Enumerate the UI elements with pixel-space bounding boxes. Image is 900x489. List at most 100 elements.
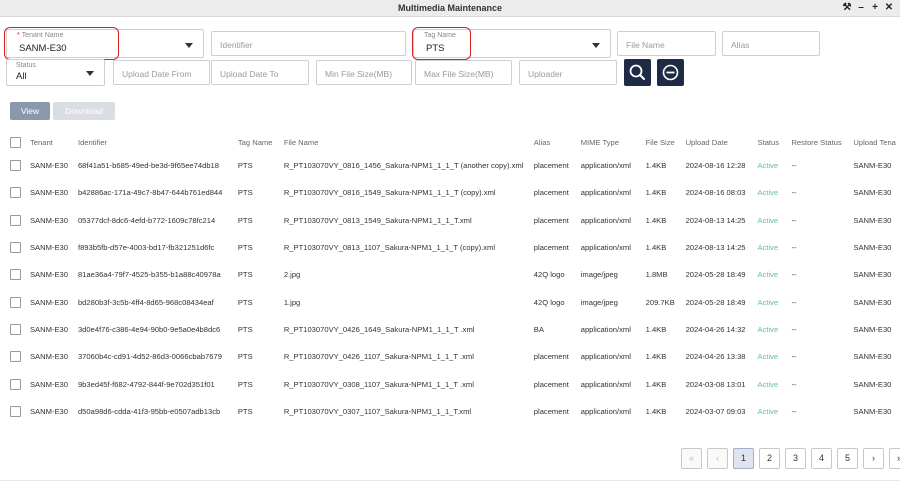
table-row[interactable]: SANM-E30 bd280b3f-3c5b-4ff4-8d65-968c0843… <box>6 288 900 315</box>
cell-alias: placement <box>533 215 569 225</box>
page-button-1[interactable]: 1 <box>733 448 754 469</box>
page-button-5[interactable]: 5 <box>837 448 858 469</box>
row-checkbox[interactable] <box>10 160 21 172</box>
status-select[interactable]: Status All <box>6 59 105 86</box>
view-button[interactable]: View <box>10 102 50 120</box>
upload-date-to-input[interactable]: Upload Date To <box>211 60 309 85</box>
row-checkbox[interactable] <box>10 323 21 335</box>
cell-alias: placement <box>533 188 569 198</box>
cell-upload-tenant: SANM-E30 <box>853 188 892 198</box>
cell-identifier: 05377dcf-8dc6-4efd-b772-1609c78fc214 <box>77 215 216 225</box>
row-checkbox[interactable] <box>10 242 21 254</box>
cell-file-size: 209.7KB <box>645 297 675 307</box>
cell-file-name: R_PT103070VY_0307_1107_Sakura-NPM1_1_1_T… <box>283 406 472 416</box>
table-row[interactable]: SANM-E30 68f41a51-b685-49ed-be3d-9f65ee74… <box>6 152 900 179</box>
prev-page-button[interactable]: ‹ <box>707 448 728 469</box>
table-row[interactable]: SANM-E30 b42886ac-171a-49c7-8b47-644b761e… <box>6 179 900 206</box>
download-button[interactable]: Download <box>53 102 115 120</box>
alias-input[interactable]: Alias <box>722 31 820 56</box>
cell-restore-status: -- <box>791 188 797 198</box>
col-header-file-size[interactable]: File Size <box>642 132 682 152</box>
col-header-mime-type[interactable]: MIME Type <box>577 132 642 152</box>
close-icon[interactable]: ✕ <box>884 2 894 14</box>
cell-mime-type: application/xml <box>580 161 631 171</box>
cell-alias: placement <box>533 161 569 171</box>
cell-status: Active <box>757 297 779 307</box>
row-checkbox[interactable] <box>10 296 21 308</box>
min-file-size-input[interactable]: Min File Size(MB) <box>316 60 412 85</box>
row-checkbox[interactable] <box>10 351 21 363</box>
cell-file-name: R_PT103070VY_0816_1549_Sakura-NPM1_1_1_T… <box>283 188 496 198</box>
cell-tag-name: PTS <box>237 161 253 171</box>
col-header-restore-status[interactable]: Restore Status <box>787 132 849 152</box>
col-header-identifier[interactable]: Identifier <box>74 132 234 152</box>
table-row[interactable]: SANM-E30 9b3ed45f-f682-4792-844f-9e702d35… <box>6 370 900 397</box>
table-row[interactable]: SANM-E30 f893b5fb-d57e-4003-bd17-fb321251… <box>6 234 900 261</box>
col-header-upload-date[interactable]: Upload Date <box>682 132 754 152</box>
row-checkbox[interactable] <box>10 378 21 390</box>
cell-tag-name: PTS <box>237 188 253 198</box>
cell-file-name: R_PT103070VY_0816_1456_Sakura-NPM1_1_1_T… <box>283 161 524 171</box>
col-header-file-name[interactable]: File Name <box>280 132 530 152</box>
cell-file-name: R_PT103070VY_0813_1549_Sakura-NPM1_1_1_T… <box>283 215 472 225</box>
maximize-icon[interactable]: + <box>870 2 880 14</box>
pin-icon[interactable]: ⚒ <box>842 2 852 14</box>
clear-button[interactable] <box>657 59 684 86</box>
cell-restore-status: -- <box>791 215 797 225</box>
tag-highlight <box>412 27 471 60</box>
row-checkbox[interactable] <box>10 187 21 199</box>
cell-upload-tenant: SANM-E30 <box>853 352 892 362</box>
chevron-down-icon <box>86 71 94 76</box>
row-checkbox[interactable] <box>10 405 21 417</box>
cell-mime-type: application/xml <box>580 352 631 362</box>
cell-upload-tenant: SANM-E30 <box>853 379 892 389</box>
page-button-2[interactable]: 2 <box>759 448 780 469</box>
file-name-input[interactable]: File Name <box>617 31 716 56</box>
first-page-button[interactable]: « <box>681 448 702 469</box>
cell-identifier: 68f41a51-b685-49ed-be3d-9f65ee74db18 <box>77 161 219 171</box>
cell-upload-tenant: SANM-E30 <box>853 270 892 280</box>
select-all-checkbox[interactable] <box>10 136 21 148</box>
cell-identifier: 9b3ed45f-f682-4792-844f-9e702d351f01 <box>77 379 215 389</box>
col-header-tenant[interactable]: Tenant <box>26 132 74 152</box>
identifier-input[interactable]: Identifier <box>211 31 406 56</box>
row-checkbox[interactable] <box>10 269 21 281</box>
cell-file-size: 1.8MB <box>645 270 668 280</box>
col-header-upload-tenant[interactable]: Upload Tena <box>849 132 900 152</box>
cell-identifier: b42886ac-171a-49c7-8b47-644b761ed844 <box>77 188 223 198</box>
cell-tenant: SANM-E30 <box>29 324 68 334</box>
table-row[interactable]: SANM-E30 37060b4c-cd91-4d52-86d3-0066cbab… <box>6 343 900 370</box>
table-row[interactable]: SANM-E30 05377dcf-8dc6-4efd-b772-1609c78f… <box>6 207 900 234</box>
window-controls: ⚒ – + ✕ <box>842 2 894 14</box>
cell-identifier: f893b5fb-d57e-4003-bd17-fb321251d6fc <box>77 243 215 253</box>
table-row[interactable]: SANM-E30 d50a98d6-cdda-41f3-95bb-e0507adb… <box>6 398 900 425</box>
cell-restore-status: -- <box>791 270 797 280</box>
col-header-tag-name[interactable]: Tag Name <box>234 132 280 152</box>
max-file-size-input[interactable]: Max File Size(MB) <box>415 60 512 85</box>
cell-status: Active <box>757 406 779 416</box>
col-header-alias[interactable]: Alias <box>530 132 577 152</box>
minimize-icon[interactable]: – <box>856 2 866 14</box>
cell-upload-date: 2024-08-16 12:28 <box>685 161 746 171</box>
next-page-button[interactable]: › <box>863 448 884 469</box>
page-button-4[interactable]: 4 <box>811 448 832 469</box>
upload-date-from-input[interactable]: Upload Date From <box>113 60 210 85</box>
last-page-button[interactable]: » <box>889 448 900 469</box>
cell-upload-date: 2024-05-28 18:49 <box>685 297 746 307</box>
cell-file-size: 1.4KB <box>645 379 667 389</box>
cell-file-size: 1.4KB <box>645 188 667 198</box>
cell-tag-name: PTS <box>237 352 253 362</box>
search-button[interactable] <box>624 59 651 86</box>
table-row[interactable]: SANM-E30 81ae36a4-79f7-4525-b355-b1a88c40… <box>6 261 900 288</box>
cell-file-name: 2.jpg <box>283 270 301 280</box>
cell-tenant: SANM-E30 <box>29 161 68 171</box>
uploader-input[interactable]: Uploader <box>519 60 617 85</box>
row-checkbox[interactable] <box>10 214 21 226</box>
col-header-status[interactable]: Status <box>754 132 788 152</box>
page-button-3[interactable]: 3 <box>785 448 806 469</box>
cell-tag-name: PTS <box>237 379 253 389</box>
cell-status: Active <box>757 243 779 253</box>
cell-upload-tenant: SANM-E30 <box>853 161 892 171</box>
table-row[interactable]: SANM-E30 3d0e4f76-c386-4e94-90b0-9e5a0e4b… <box>6 316 900 343</box>
cell-upload-date: 2024-03-07 09:03 <box>685 406 746 416</box>
